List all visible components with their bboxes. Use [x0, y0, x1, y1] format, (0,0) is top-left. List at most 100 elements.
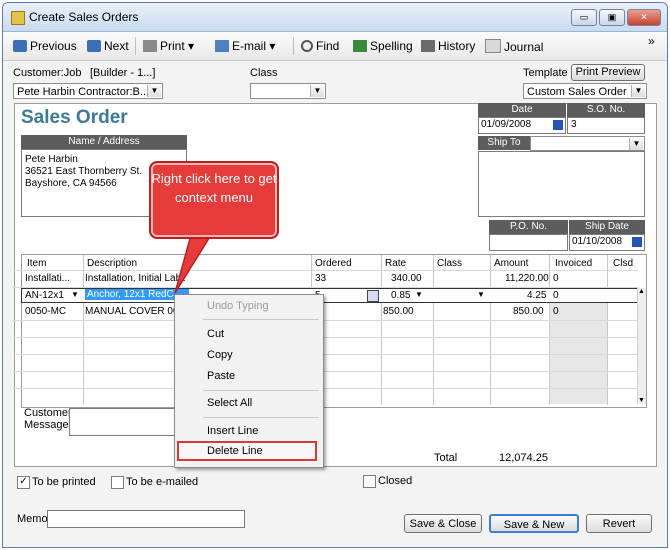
- template-dropdown[interactable]: Custom Sales Order ▼: [523, 83, 647, 99]
- spellcheck-icon: [353, 40, 367, 52]
- toolbar: Previous Next Print ▾ E-mail ▾ Find Spel…: [3, 32, 667, 61]
- closed-label: Closed: [378, 475, 413, 487]
- menu-item-select-all[interactable]: Select All: [207, 397, 252, 409]
- arrow-right-icon: [87, 40, 101, 52]
- column-ordered: Ordered: [315, 258, 352, 269]
- journal-button[interactable]: Journal: [485, 39, 543, 54]
- menu-item-paste[interactable]: Paste: [207, 370, 235, 382]
- calendar-icon[interactable]: [632, 237, 642, 247]
- column-class: Class: [437, 258, 463, 269]
- grid-divider: [13, 354, 638, 355]
- scroll-down-icon[interactable]: ▼: [638, 397, 645, 404]
- envelope-icon: [215, 40, 229, 52]
- column-closed: Clsd: [613, 258, 634, 269]
- customer-job-label: Customer:Job: [13, 67, 82, 79]
- save-new-button[interactable]: Save & New: [489, 514, 579, 533]
- class-label: Class: [250, 67, 278, 79]
- template-label: Template: [523, 67, 568, 79]
- column-description: Description: [87, 258, 138, 269]
- so-number-field[interactable]: 3: [567, 117, 645, 134]
- menu-separator: [203, 390, 319, 391]
- callout-pointer: [174, 234, 213, 294]
- po-number-field[interactable]: [489, 234, 568, 251]
- memo-label: Memo: [17, 513, 48, 525]
- to-be-emailed-label: To be e-mailed: [126, 476, 199, 488]
- context-menu: Undo Typing Cut Copy Paste Select All In…: [174, 294, 324, 468]
- table-row[interactable]: 0050-MC MANUAL COVER 00 850.00 850.00 0: [13, 304, 638, 321]
- toolbar-overflow-button[interactable]: »: [648, 34, 655, 48]
- table-row[interactable]: Installati... Installation, Initial Labo…: [13, 271, 638, 288]
- chevron-down-icon: ▼: [147, 85, 161, 97]
- grid-divider: [13, 388, 638, 389]
- menu-item-copy[interactable]: Copy: [207, 349, 233, 361]
- history-button[interactable]: History: [421, 39, 475, 53]
- sales-order-window: Create Sales Orders ▭ ▣ ✕ Previous Next …: [2, 2, 668, 548]
- callout-annotation: Right click here to get context menu: [149, 161, 279, 239]
- date-label: Date: [478, 103, 566, 117]
- restore-button[interactable]: ▣: [599, 9, 625, 26]
- minimize-button[interactable]: ▭: [571, 9, 597, 26]
- print-button[interactable]: Print ▾: [143, 39, 194, 53]
- customer-job-dropdown[interactable]: Pete Harbin Contractor:B... ▼: [13, 83, 163, 99]
- to-be-printed-checkbox[interactable]: ✓: [17, 476, 30, 489]
- chevron-down-icon: ▼: [631, 85, 645, 97]
- po-number-label: P.O. No.: [489, 220, 568, 234]
- to-be-printed-label: To be printed: [32, 476, 96, 488]
- menu-separator: [203, 417, 319, 418]
- print-preview-button[interactable]: Print Preview: [571, 64, 645, 81]
- save-close-button[interactable]: Save & Close: [404, 514, 482, 533]
- spelling-button[interactable]: Spelling: [353, 39, 413, 53]
- menu-item-insert-line[interactable]: Insert Line: [207, 425, 258, 437]
- customer-message-label: Customer Message: [24, 407, 72, 431]
- column-rate: Rate: [385, 258, 407, 269]
- ship-date-field[interactable]: 01/10/2008: [569, 234, 645, 251]
- closed-checkbox[interactable]: [363, 475, 376, 488]
- next-button[interactable]: Next: [87, 39, 129, 53]
- magnifier-icon: [301, 40, 313, 52]
- ship-to-dropdown[interactable]: ▼: [530, 136, 645, 151]
- arrow-left-icon: [13, 40, 27, 52]
- chevron-down-icon[interactable]: ▼: [415, 290, 423, 299]
- printer-icon: [143, 40, 157, 52]
- toolbar-divider: [135, 37, 136, 55]
- window-title: Create Sales Orders: [29, 10, 139, 24]
- chevron-down-icon[interactable]: ▼: [71, 290, 79, 299]
- ship-date-label: Ship Date: [569, 220, 645, 234]
- customer-message-field[interactable]: [69, 408, 179, 436]
- email-button[interactable]: E-mail ▾: [215, 39, 275, 53]
- date-field[interactable]: 01/09/2008: [478, 117, 566, 134]
- title-bar: Create Sales Orders ▭ ▣ ✕: [3, 3, 667, 32]
- ship-to-address-box[interactable]: [478, 151, 645, 217]
- revert-button[interactable]: Revert: [586, 514, 652, 533]
- grid-divider: [13, 320, 638, 321]
- calculator-icon[interactable]: [367, 290, 379, 302]
- previous-button[interactable]: Previous: [13, 39, 77, 53]
- customer-job-hint: [Builder - 1...]: [90, 67, 156, 79]
- app-icon: [11, 11, 25, 25]
- memo-field[interactable]: [47, 510, 245, 528]
- calendar-icon[interactable]: [553, 120, 563, 130]
- grid-divider: [13, 337, 638, 338]
- history-icon: [421, 40, 435, 52]
- toolbar-divider: [293, 37, 294, 55]
- chevron-down-icon: ▼: [629, 138, 643, 150]
- class-dropdown[interactable]: ▼: [250, 83, 326, 99]
- to-be-emailed-checkbox[interactable]: [111, 476, 124, 489]
- table-row[interactable]: AN-12x1 ▼ Anchor, 12x1 RedC 5 0.85 ▼ ▼ 4…: [13, 288, 638, 305]
- column-amount: Amount: [494, 258, 529, 269]
- column-invoiced: Invoiced: [555, 258, 593, 269]
- menu-item-cut[interactable]: Cut: [207, 328, 224, 340]
- chevron-down-icon[interactable]: ▼: [477, 290, 485, 299]
- chevron-down-icon: ▼: [310, 85, 324, 97]
- ship-to-label: Ship To: [478, 136, 530, 150]
- find-button[interactable]: Find: [301, 39, 339, 53]
- scroll-up-icon[interactable]: ▲: [638, 288, 645, 295]
- close-button[interactable]: ✕: [627, 9, 661, 26]
- grid-divider: [13, 371, 638, 372]
- so-number-label: S.O. No.: [567, 103, 645, 117]
- total-label: Total: [434, 452, 458, 464]
- total-value: 12,074.25: [499, 452, 548, 464]
- grid-scrollbar[interactable]: ▲ ▼: [637, 288, 646, 404]
- menu-item-delete-line[interactable]: Delete Line: [177, 441, 317, 461]
- journal-icon: [485, 39, 501, 53]
